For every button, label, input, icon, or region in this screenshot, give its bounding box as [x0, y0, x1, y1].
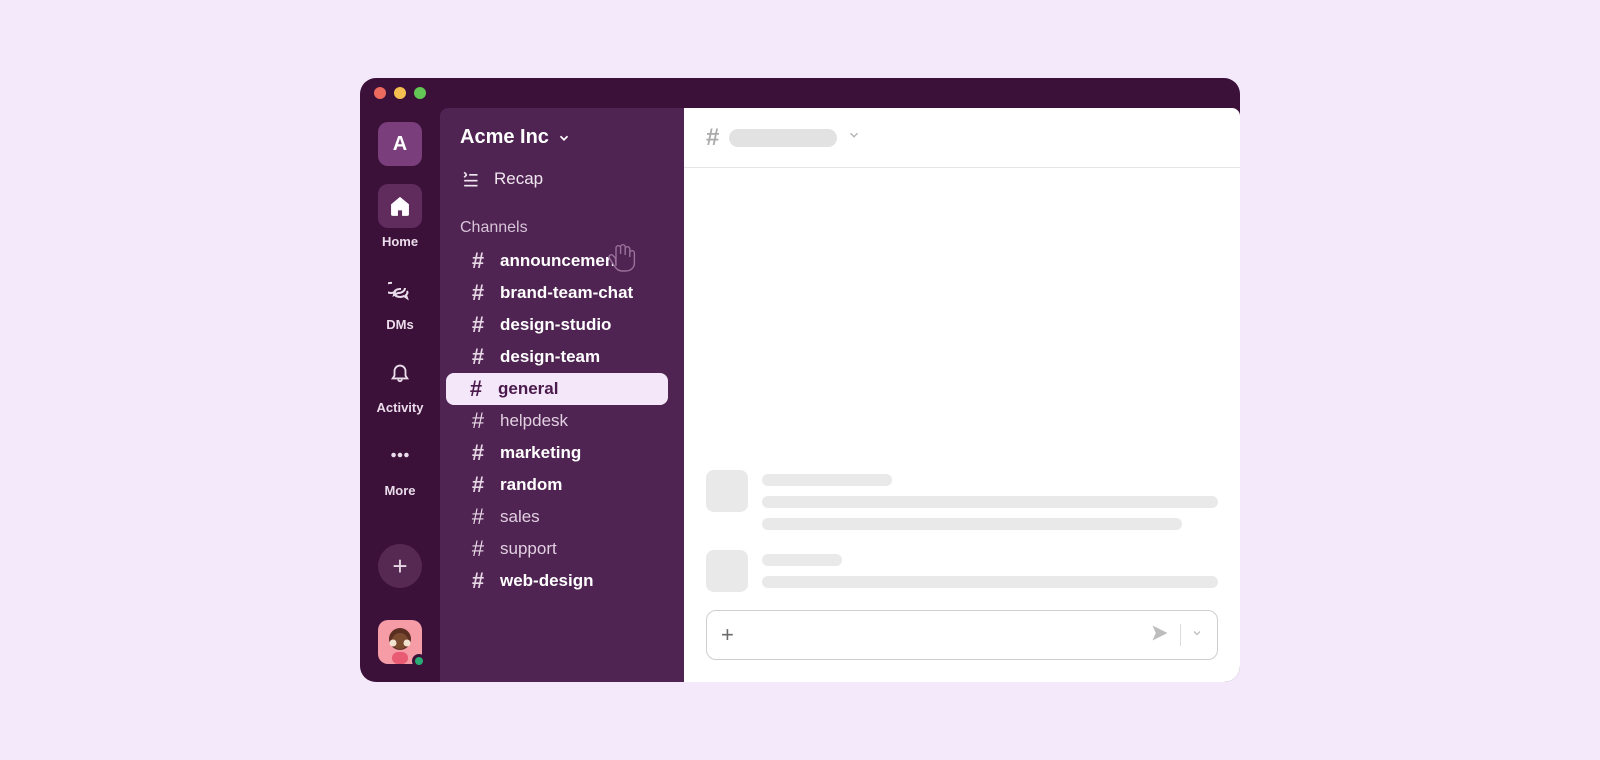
recap-icon [460, 169, 480, 189]
channels-section-header[interactable]: Channels [440, 195, 676, 245]
home-icon [378, 184, 422, 228]
main-panel: # [684, 108, 1240, 682]
channel-name: design-team [500, 347, 600, 367]
workspace-switcher[interactable]: Acme Inc [440, 118, 676, 163]
app-window: A Home DMs Activity [360, 78, 1240, 682]
skeleton-line [762, 554, 842, 566]
skeleton-line [762, 474, 892, 486]
hash-icon: # [468, 536, 488, 562]
channel-header[interactable]: # [684, 108, 1240, 168]
chevron-down-icon [557, 131, 571, 145]
channel-name: general [498, 379, 558, 399]
rail-item-activity[interactable]: Activity [377, 350, 424, 415]
dms-icon [378, 267, 422, 311]
attach-button[interactable]: + [721, 622, 734, 648]
hash-icon: # [468, 568, 488, 594]
message-item [706, 470, 1218, 530]
message-body [762, 470, 1218, 530]
recap-button[interactable]: Recap [440, 163, 676, 195]
skeleton-line [762, 518, 1182, 530]
channel-item-web-design[interactable]: # web-design [448, 565, 668, 597]
channel-item-design-team[interactable]: # design-team [448, 341, 668, 373]
rail-label: Activity [377, 400, 424, 415]
nav-rail: A Home DMs Activity [360, 108, 440, 682]
bell-icon [378, 350, 422, 394]
channel-title-placeholder [729, 129, 837, 147]
channel-name: helpdesk [500, 411, 568, 431]
message-avatar [706, 550, 748, 592]
channel-name: random [500, 475, 562, 495]
message-composer[interactable]: + [706, 610, 1218, 660]
channel-item-announcements[interactable]: # announcements [448, 245, 668, 277]
more-icon [378, 433, 422, 477]
skeleton-line [762, 576, 1218, 588]
rail-item-dms[interactable]: DMs [378, 267, 422, 332]
send-button[interactable] [1150, 623, 1170, 648]
channel-name: support [500, 539, 557, 559]
hash-icon: # [468, 248, 488, 274]
chevron-down-icon [847, 128, 861, 147]
hash-icon: # [468, 472, 488, 498]
hash-icon: # [468, 280, 488, 306]
hash-icon: # [468, 408, 488, 434]
hash-icon: # [466, 376, 486, 402]
minimize-window-button[interactable] [394, 87, 406, 99]
channel-item-design-studio[interactable]: # design-studio [448, 309, 668, 341]
rail-item-home[interactable]: Home [378, 184, 422, 249]
channel-item-random[interactable]: # random [448, 469, 668, 501]
create-button[interactable]: + [378, 544, 422, 588]
hash-icon: # [468, 504, 488, 530]
send-options-button[interactable] [1191, 626, 1203, 644]
recap-label: Recap [494, 169, 543, 189]
channel-item-brand-team-chat[interactable]: # brand-team-chat [448, 277, 668, 309]
channel-item-helpdesk[interactable]: # helpdesk [448, 405, 668, 437]
rail-label: DMs [386, 317, 413, 332]
channel-item-sales[interactable]: # sales [448, 501, 668, 533]
channel-list: # announcements # brand-team-chat # design-st… [440, 245, 676, 597]
channel-name: announcements [500, 251, 630, 271]
app-body: A Home DMs Activity [360, 108, 1240, 682]
rail-label: Home [382, 234, 418, 249]
channel-name: marketing [500, 443, 581, 463]
channel-name: design-studio [500, 315, 611, 335]
skeleton-line [762, 496, 1218, 508]
channel-name: brand-team-chat [500, 283, 633, 303]
window-titlebar [360, 78, 1240, 108]
channel-item-general[interactable]: # general [446, 373, 668, 405]
maximize-window-button[interactable] [414, 87, 426, 99]
message-item [706, 550, 1218, 592]
hash-icon: # [706, 124, 719, 152]
channel-name: sales [500, 507, 540, 527]
close-window-button[interactable] [374, 87, 386, 99]
workspace-name: Acme Inc [460, 126, 549, 149]
rail-label: More [384, 483, 415, 498]
presence-indicator [412, 654, 426, 668]
channel-item-support[interactable]: # support [448, 533, 668, 565]
user-avatar[interactable] [378, 620, 422, 664]
channel-name: web-design [500, 571, 594, 591]
hash-icon: # [468, 312, 488, 338]
channel-sidebar: Acme Inc Recap Channels # announcements # b… [440, 108, 684, 682]
divider [1180, 624, 1181, 646]
message-body [762, 550, 1218, 592]
hash-icon: # [468, 440, 488, 466]
rail-item-more[interactable]: More [378, 433, 422, 498]
workspace-tile[interactable]: A [378, 122, 422, 166]
hash-icon: # [468, 344, 488, 370]
message-list [684, 168, 1240, 602]
channel-item-marketing[interactable]: # marketing [448, 437, 668, 469]
message-avatar [706, 470, 748, 512]
